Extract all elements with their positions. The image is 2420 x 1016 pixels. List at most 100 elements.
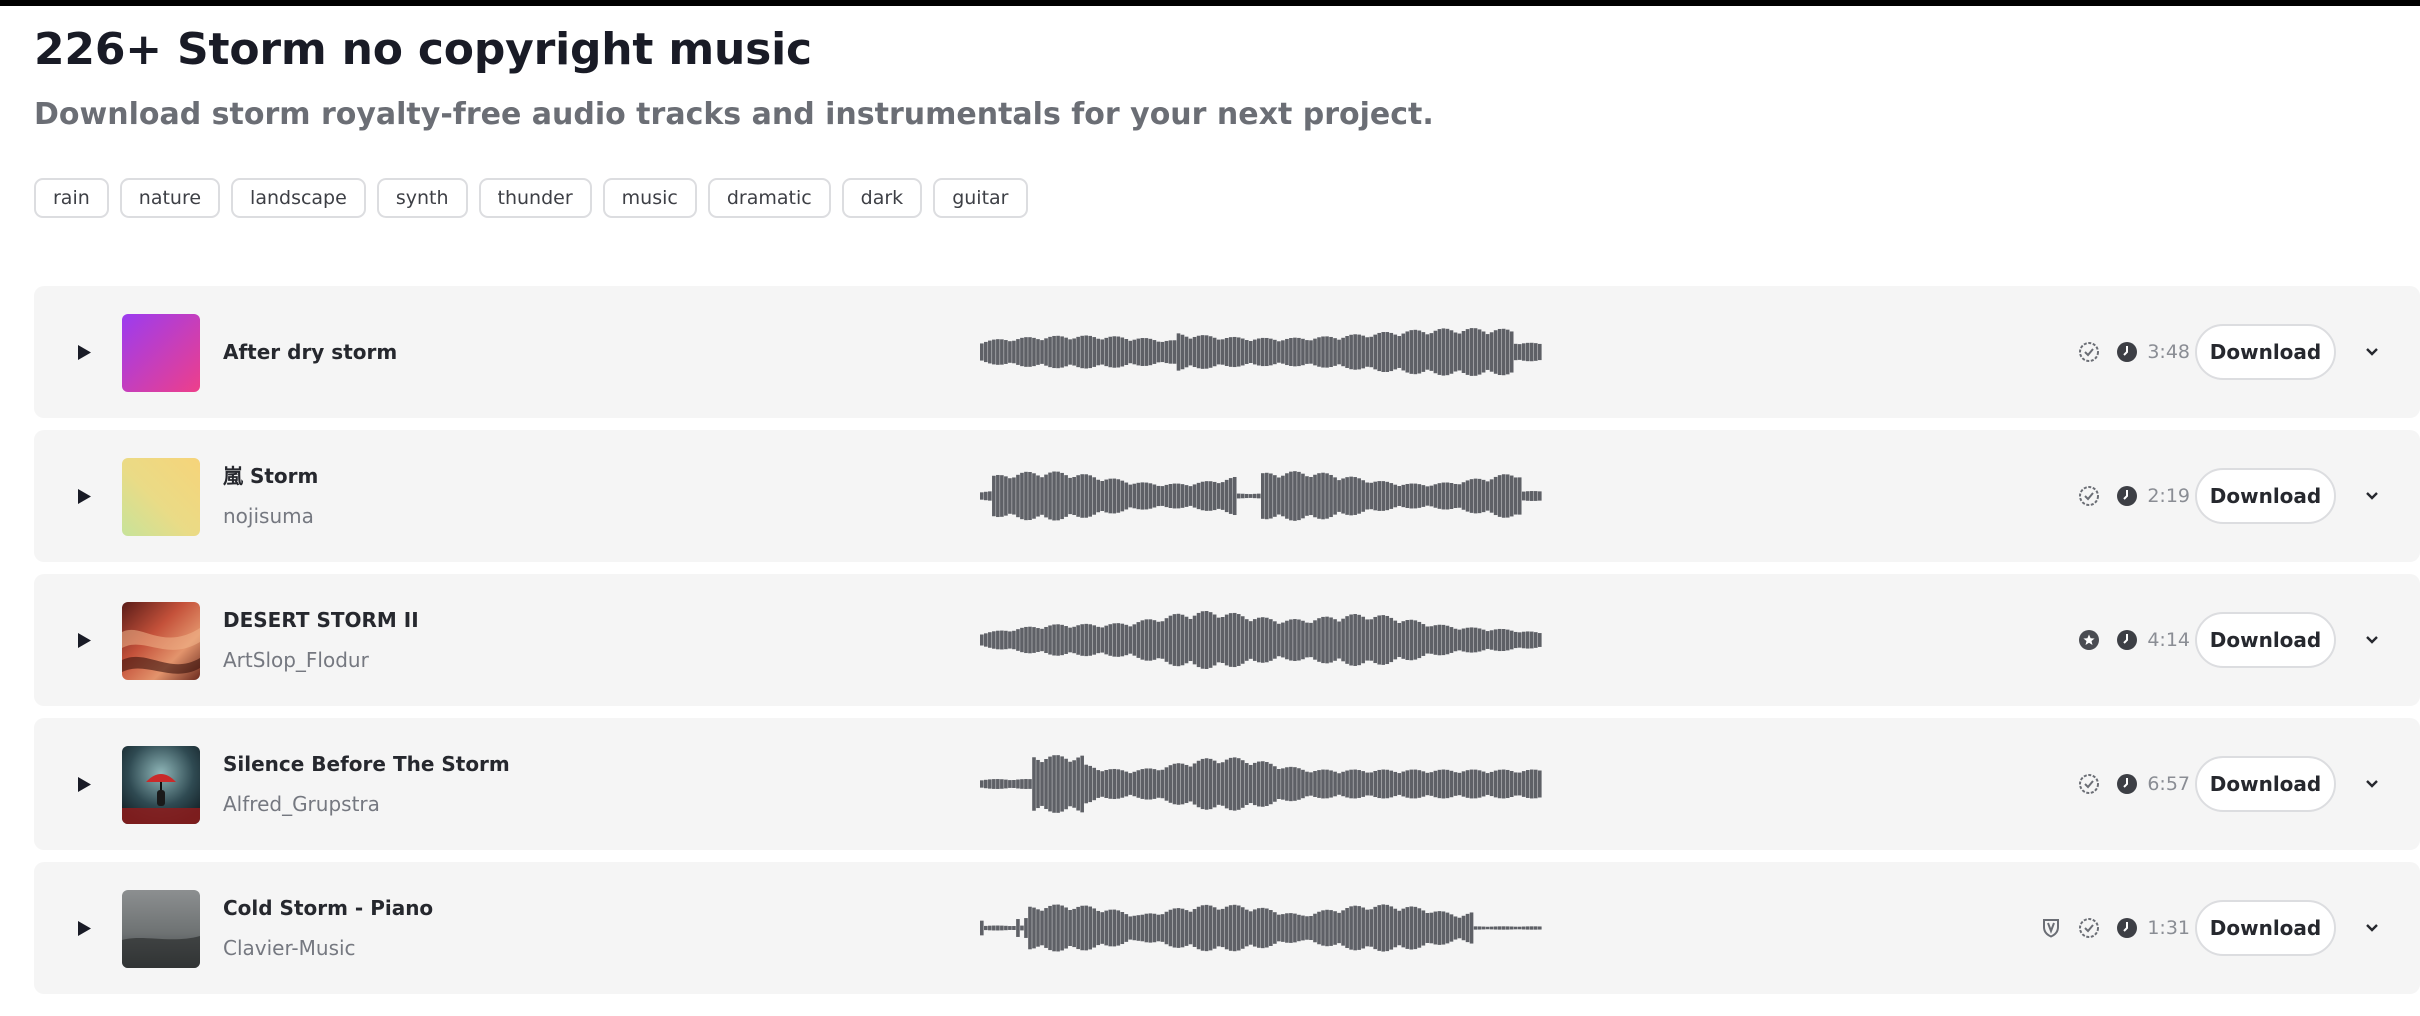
download-button[interactable]: Download: [2195, 900, 2336, 956]
waveform-bar: [1096, 338, 1101, 366]
play-button[interactable]: [64, 764, 104, 804]
waveform-bar: [1212, 907, 1217, 949]
waveform-bar: [1413, 769, 1418, 799]
track-cover[interactable]: [122, 314, 200, 392]
waveform-bar: [1489, 332, 1494, 372]
waveform-bar: [1437, 769, 1442, 799]
waveform-bar: [1168, 615, 1173, 665]
tag-thunder[interactable]: thunder: [478, 178, 592, 218]
download-button[interactable]: Download: [2195, 756, 2336, 812]
waveform-bar: [1349, 769, 1353, 799]
waveform-bar: [1321, 616, 1325, 664]
waveform-bar: [1325, 473, 1329, 519]
expand-button[interactable]: [2360, 916, 2384, 940]
tag-rain[interactable]: rain: [34, 178, 109, 218]
waveform-bar: [1080, 905, 1084, 951]
top-bar: [0, 0, 2420, 6]
track-title[interactable]: Silence Before The Storm: [223, 750, 510, 778]
waveform-bar: [1156, 770, 1161, 798]
track-cover[interactable]: [122, 746, 200, 824]
waveform-bar: [1036, 339, 1040, 365]
track-title[interactable]: 嵐 Storm: [223, 462, 318, 490]
expand-button[interactable]: [2360, 340, 2384, 364]
tag-landscape[interactable]: landscape: [231, 178, 366, 218]
waveform-bar: [1501, 629, 1506, 651]
waveform-bar: [1236, 493, 1241, 499]
waveform-bar: [1164, 484, 1169, 508]
expand-button[interactable]: [2360, 628, 2384, 652]
waveform-bar: [1429, 912, 1434, 944]
waveform-bar: [1513, 926, 1518, 930]
waveform-bar: [1473, 769, 1478, 799]
waveform-bar: [1353, 905, 1357, 951]
waveform-bar: [1092, 337, 1097, 367]
waveform-bar: [1120, 911, 1125, 945]
tag-guitar[interactable]: guitar: [933, 178, 1028, 218]
waveform-bar: [1032, 907, 1036, 949]
waveform-bar: [1248, 494, 1253, 498]
track-artist[interactable]: ArtSlop_Flodur: [223, 646, 419, 674]
waveform-bar: [1373, 770, 1378, 798]
waveform-bar: [1256, 338, 1261, 366]
waveform-bar: [1180, 334, 1185, 370]
track-artist[interactable]: Clavier-Music: [223, 934, 433, 962]
tag-music[interactable]: music: [602, 178, 697, 218]
waveform-bar: [1425, 626, 1430, 654]
waveform-bar: [1457, 484, 1462, 508]
waveform-bar: [1240, 338, 1245, 366]
tag-synth[interactable]: synth: [376, 178, 468, 218]
waveform-bar: [1224, 614, 1229, 666]
waveform-bar: [1076, 625, 1080, 655]
waveform-bar: [1281, 622, 1285, 658]
cover-image: [122, 602, 200, 680]
waveform-bar: [1188, 618, 1193, 662]
waveform-bar: [1196, 612, 1201, 668]
play-button[interactable]: [64, 620, 104, 660]
waveform[interactable]: [980, 316, 1542, 388]
waveform[interactable]: [980, 892, 1542, 964]
waveform-bar: [1076, 336, 1080, 368]
play-button[interactable]: [64, 332, 104, 372]
tag-dramatic[interactable]: dramatic: [707, 178, 831, 218]
waveform-bar: [1297, 768, 1301, 800]
track-info: Cold Storm - Piano Clavier-Music: [223, 862, 433, 994]
waveform-bar: [1309, 915, 1313, 941]
track-title[interactable]: DESERT STORM II: [223, 606, 419, 634]
expand-button[interactable]: [2360, 484, 2384, 508]
cover-image: [122, 890, 200, 968]
tag-nature[interactable]: nature: [119, 178, 221, 218]
waveform-bar: [1056, 335, 1060, 369]
waveform-bar: [1273, 912, 1277, 944]
waveform-bar: [1044, 474, 1048, 518]
track-cover[interactable]: [122, 602, 200, 680]
track-title[interactable]: After dry storm: [223, 338, 397, 366]
waveform-bar: [1413, 483, 1418, 509]
waveform[interactable]: [980, 460, 1542, 532]
waveform-bar: [1517, 632, 1522, 648]
waveform-bar: [1389, 770, 1394, 798]
track-artist[interactable]: Alfred_Grupstra: [223, 790, 510, 818]
track-title[interactable]: Cold Storm - Piano: [223, 894, 433, 922]
waveform-bar: [1176, 613, 1181, 667]
play-button[interactable]: [64, 476, 104, 516]
waveform-bar: [1036, 628, 1040, 652]
download-button[interactable]: Download: [2195, 324, 2336, 380]
download-button[interactable]: Download: [2195, 612, 2336, 668]
waveform-bar: [1497, 328, 1502, 376]
waveform-bar: [1244, 619, 1249, 661]
track-cover[interactable]: [122, 890, 200, 968]
waveform-bar: [1413, 329, 1418, 375]
waveform-bar: [1108, 624, 1113, 656]
waveform-bar: [1052, 755, 1056, 813]
track-artist[interactable]: nojisuma: [223, 502, 318, 530]
waveform-bar: [1052, 471, 1056, 521]
expand-button[interactable]: [2360, 772, 2384, 796]
tag-dark[interactable]: dark: [841, 178, 923, 218]
waveform-bar: [1188, 486, 1193, 506]
download-button[interactable]: Download: [2195, 468, 2336, 524]
waveform[interactable]: [980, 748, 1542, 820]
play-button[interactable]: [64, 908, 104, 948]
waveform-bar: [1369, 336, 1373, 368]
waveform[interactable]: [980, 604, 1542, 676]
track-cover[interactable]: [122, 458, 200, 536]
